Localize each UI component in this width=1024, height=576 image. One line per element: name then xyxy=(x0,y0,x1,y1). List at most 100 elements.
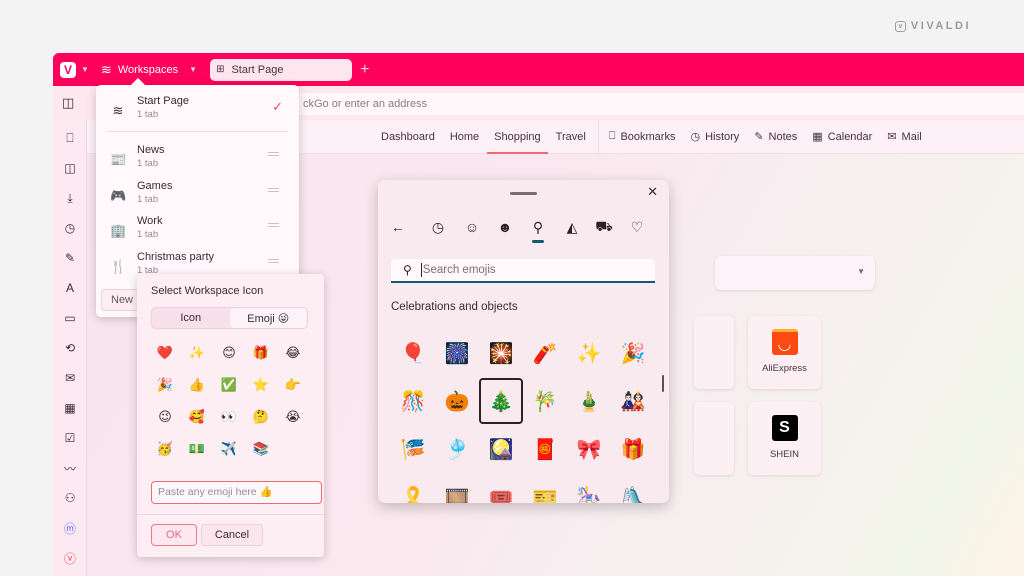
tab-shopping[interactable]: Shopping xyxy=(487,120,548,154)
sidebar-item-contacts[interactable]: ⚇ xyxy=(53,488,87,508)
search-engine-select[interactable]: ▼ xyxy=(715,256,875,290)
speed-dial-aliexpress[interactable]: ◡ AliExpress xyxy=(748,316,821,389)
emoji-option[interactable]: 🎁 xyxy=(251,343,271,363)
sidebar-item-history[interactable]: ◷ xyxy=(53,218,87,238)
emoji-option[interactable]: 😭 xyxy=(283,407,303,427)
ok-button[interactable]: OK xyxy=(151,524,197,546)
tab-travel[interactable]: Travel xyxy=(556,120,586,154)
emoji-cell[interactable]: 🎆 xyxy=(435,330,479,376)
workspace-item[interactable]: 🏢 Work 1 tab xyxy=(96,214,299,246)
speed-dial-tile[interactable] xyxy=(694,402,734,475)
emoji-option[interactable]: 👍 xyxy=(187,375,207,395)
vivaldi-menu-icon[interactable]: V xyxy=(60,61,76,78)
back-arrow-icon[interactable]: ← xyxy=(386,217,410,237)
drag-grip[interactable] xyxy=(510,192,537,195)
emoji-option[interactable]: 🥰 xyxy=(187,407,207,427)
address-input[interactable]: ckGo or enter an address xyxy=(297,93,1024,115)
emoji-cell[interactable]: 🎁 xyxy=(611,426,655,472)
emoji-cell[interactable]: 🎍 xyxy=(567,378,611,424)
sidebar-item-mail[interactable]: ✉ xyxy=(53,368,87,388)
tab-home[interactable]: Home xyxy=(450,120,479,154)
sidebar-item-translate[interactable]: A xyxy=(53,278,87,298)
emoji-cell[interactable]: 🎀 xyxy=(567,426,611,472)
emoji-option[interactable]: 😂 xyxy=(283,343,303,363)
emoji-option[interactable]: 😉 xyxy=(155,407,175,427)
emoji-search-field[interactable]: ⚲ Search emojis xyxy=(391,259,655,283)
emoji-cell[interactable]: 🎎 xyxy=(611,378,655,424)
car-icon[interactable]: ⛟ xyxy=(592,217,616,237)
emoji-cell[interactable]: 🧧 xyxy=(523,426,567,472)
heart-icon[interactable]: ♡ xyxy=(625,217,649,237)
emoji-cell[interactable]: 🎑 xyxy=(479,426,523,472)
sidebar-item-vivaldi-social[interactable]: ⓥ xyxy=(53,548,87,568)
emoji-cell[interactable]: ✨ xyxy=(567,330,611,376)
emoji-cell[interactable]: 🎄 xyxy=(479,378,523,424)
nav-calendar[interactable]: ▦ Calendar xyxy=(812,120,872,154)
tab-dashboard[interactable]: Dashboard xyxy=(381,120,435,154)
nav-history[interactable]: ◷ History xyxy=(690,120,739,154)
emoji-cell[interactable]: 🎋 xyxy=(523,378,567,424)
sidebar-item-reading-list[interactable]: ◫ xyxy=(53,158,87,178)
nav-notes[interactable]: ✎ Notes xyxy=(754,120,797,154)
emoji-option[interactable]: 🎉 xyxy=(155,375,175,395)
emoji-option[interactable]: ⭐ xyxy=(251,375,271,395)
scrollbar-thumb[interactable] xyxy=(662,375,664,392)
drag-handle-icon[interactable] xyxy=(268,188,279,192)
tab-emoji[interactable]: Emoji 😜 xyxy=(229,308,307,328)
emoji-cell[interactable]: 🎟️ xyxy=(479,474,523,504)
drag-handle-icon[interactable] xyxy=(268,259,279,263)
new-tab-button[interactable]: + xyxy=(360,61,369,79)
workspace-item[interactable]: 📰 News 1 tab xyxy=(96,143,299,175)
sidebar-item-feeds[interactable]: 〰 xyxy=(53,458,87,478)
emoji-cell[interactable]: 🎠 xyxy=(567,474,611,504)
people-icon[interactable]: ☻ xyxy=(493,217,517,237)
emoji-cell[interactable]: 🎫 xyxy=(523,474,567,504)
emoji-option[interactable]: 💵 xyxy=(187,439,207,459)
balloon-icon[interactable]: ⚲ xyxy=(526,217,550,243)
emoji-cell[interactable]: 🎇 xyxy=(479,330,523,376)
sidebar-item-bookmarks[interactable]: ⎕ xyxy=(53,128,87,148)
emoji-option[interactable]: ✈️ xyxy=(219,439,239,459)
sidebar-item-mastodon[interactable]: ⓜ xyxy=(53,518,87,538)
chevron-down-icon[interactable]: ▼ xyxy=(81,65,89,74)
emoji-cell[interactable]: 🧨 xyxy=(523,330,567,376)
recent-icon[interactable]: ◷ xyxy=(426,217,450,237)
sidebar-item-tasks[interactable]: ☑ xyxy=(53,428,87,448)
emoji-option[interactable]: ✨ xyxy=(187,343,207,363)
emoji-option[interactable]: 👉 xyxy=(283,375,303,395)
emoji-option[interactable]: 👀 xyxy=(219,407,239,427)
workspaces-button[interactable]: ≋ Workspaces ▼ xyxy=(101,62,197,78)
sidebar-item-downloads[interactable]: ⤓ xyxy=(53,188,87,208)
emoji-cell[interactable]: 🎞️ xyxy=(435,474,479,504)
nav-mail[interactable]: ✉ Mail xyxy=(887,120,921,154)
smiley-icon[interactable]: ☺ xyxy=(460,217,484,237)
nav-bookmarks[interactable]: ⎕ Bookmarks xyxy=(609,120,676,154)
drag-handle-icon[interactable] xyxy=(268,152,279,156)
emoji-input[interactable]: Paste any emoji here 👍 xyxy=(151,481,322,504)
drag-handle-icon[interactable] xyxy=(268,223,279,227)
emoji-cell[interactable]: 🎃 xyxy=(435,378,479,424)
emoji-option[interactable]: 🥳 xyxy=(155,439,175,459)
emoji-option[interactable]: ✅ xyxy=(219,375,239,395)
tab-icon[interactable]: Icon xyxy=(152,308,230,328)
emoji-cell[interactable]: 🎊 xyxy=(391,378,435,424)
emoji-option[interactable]: 😊 xyxy=(219,343,239,363)
cancel-button[interactable]: Cancel xyxy=(201,524,263,546)
emoji-cell[interactable]: 🎈 xyxy=(391,330,435,376)
emoji-option[interactable]: 🤔 xyxy=(251,407,271,427)
emoji-cell[interactable]: 🎉 xyxy=(611,330,655,376)
emoji-cell[interactable]: 🛝 xyxy=(611,474,655,504)
sidebar-item-window[interactable]: ▭ xyxy=(53,308,87,328)
sidebar-item-notes[interactable]: ✎ xyxy=(53,248,87,268)
emoji-cell[interactable]: 🎏 xyxy=(391,426,435,472)
emoji-option[interactable]: 📚 xyxy=(251,439,271,459)
workspace-item[interactable]: 🎮 Games 1 tab xyxy=(96,179,299,211)
emoji-cell[interactable]: 🎗️ xyxy=(391,474,435,504)
panel-toggle-icon[interactable]: ◫ xyxy=(62,95,74,111)
emoji-cell[interactable]: 🎐 xyxy=(435,426,479,472)
sidebar-item-sync[interactable]: ⟲ xyxy=(53,338,87,358)
workspace-item-start-page[interactable]: ≋ Start Page 1 tab ✓ xyxy=(96,94,299,126)
speed-dial-tile[interactable] xyxy=(694,316,734,389)
food-icon[interactable]: ◭ xyxy=(560,217,584,237)
emoji-option[interactable]: ❤️ xyxy=(155,343,175,363)
